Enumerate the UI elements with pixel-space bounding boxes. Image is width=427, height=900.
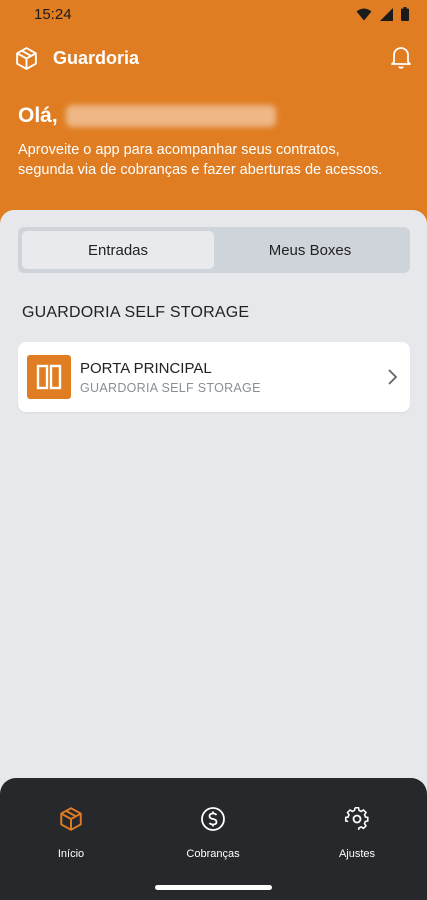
nav-label-inicio: Início <box>57 848 85 860</box>
notification-bell-icon[interactable] <box>389 44 413 70</box>
tab-entradas[interactable]: Entradas <box>22 231 214 269</box>
status-time: 15:24 <box>34 5 72 23</box>
app-bar: Guardoria <box>14 44 413 72</box>
entry-subtitle: GUARDORIA SELF STORAGE <box>80 380 261 395</box>
header-subtitle: Aproveite o app para acompanhar seus con… <box>18 142 383 178</box>
tab-meus-boxes[interactable]: Meus Boxes <box>214 231 406 269</box>
status-bar: 15:24 <box>0 0 427 28</box>
nav-label-ajustes: Ajustes <box>338 848 376 860</box>
greeting: Olá, <box>18 104 276 128</box>
nav-item-cobrancas[interactable]: Cobranças <box>153 806 273 860</box>
box-logo-icon <box>16 46 37 70</box>
user-name-redacted <box>65 105 276 127</box>
app-title: Guardoria <box>53 47 140 68</box>
home-indicator[interactable] <box>155 885 272 890</box>
signal-icon <box>380 7 393 21</box>
status-icons <box>356 7 409 21</box>
dollar-icon <box>201 807 225 831</box>
section-title: GUARDORIA SELF STORAGE <box>22 304 250 321</box>
main-content: Entradas Meus Boxes GUARDORIA SELF STORA… <box>0 210 427 780</box>
wifi-icon <box>356 8 372 20</box>
box-icon <box>60 807 82 831</box>
battery-icon <box>401 7 409 21</box>
entry-text: PORTA PRINCIPAL GUARDORIA SELF STORAGE <box>80 360 386 395</box>
header: Guardoria Olá, Aproveite o app para acom… <box>0 28 427 228</box>
nav-item-ajustes[interactable]: Ajustes <box>297 806 417 860</box>
entry-title: PORTA PRINCIPAL <box>80 359 212 377</box>
entry-card-porta-principal[interactable]: PORTA PRINCIPAL GUARDORIA SELF STORAGE <box>18 342 410 412</box>
nav-item-inicio[interactable]: Início <box>11 806 131 860</box>
chevron-right-icon <box>388 369 398 385</box>
nav-label-cobrancas: Cobranças <box>186 848 240 860</box>
greeting-text: Olá, <box>18 104 58 127</box>
door-icon <box>27 355 71 399</box>
gear-icon <box>344 806 369 830</box>
bottom-nav: Início Cobranças Ajustes <box>0 778 427 900</box>
tab-switcher: Entradas Meus Boxes <box>18 227 410 273</box>
